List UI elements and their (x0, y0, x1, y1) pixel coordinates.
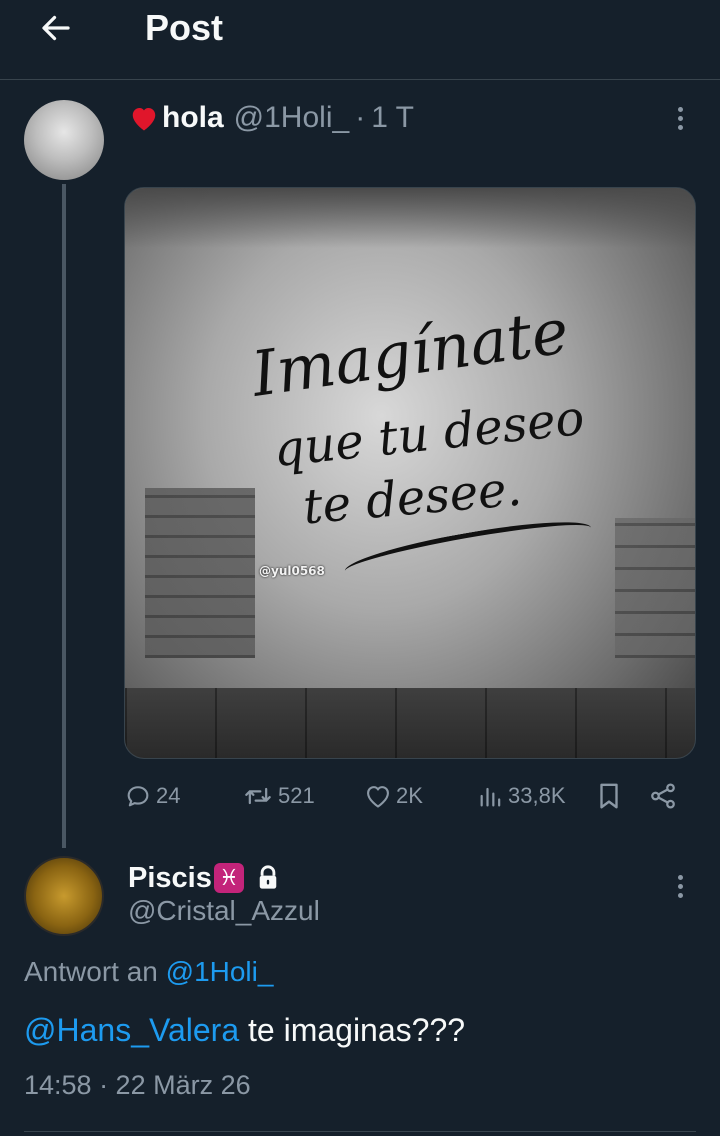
author-name[interactable]: hola (162, 101, 224, 135)
page-title: Post (145, 7, 224, 48)
author-handle[interactable]: @1Holi_ (234, 101, 350, 135)
post-time[interactable]: 1 T (371, 101, 414, 135)
timestamp[interactable]: 14:58 · 22 März 26 (24, 1070, 251, 1101)
more-icon[interactable] (668, 866, 692, 906)
thread-line (62, 184, 66, 848)
reply-body: te imaginas??? (239, 1012, 466, 1048)
avatar[interactable] (24, 100, 104, 180)
reply-count: 24 (156, 783, 181, 808)
bookmark-button[interactable] (596, 776, 622, 816)
back-button[interactable] (24, 4, 88, 52)
avatar[interactable] (24, 856, 104, 936)
mention-link[interactable]: @Hans_Valera (24, 1012, 239, 1048)
top-bar: Post (0, 0, 720, 80)
views-icon (480, 787, 501, 807)
reply-icon (127, 786, 149, 807)
share-button[interactable] (648, 776, 678, 816)
arrow-left-icon (42, 15, 70, 41)
like-count: 2K (396, 783, 423, 808)
share-icon (651, 783, 675, 809)
reply-author-handle[interactable]: @Cristal_Azzul (128, 895, 320, 927)
post-header: hola @1Holi_ · 1 T (128, 98, 414, 138)
reply-button[interactable]: 24 (124, 776, 180, 816)
reply-author-name[interactable]: Piscis (128, 862, 212, 895)
graffiti-line-1: Imagínate (247, 294, 573, 411)
reply-prefix: Antwort an (24, 956, 158, 987)
like-button[interactable]: 2K (364, 776, 423, 816)
lock-icon (256, 865, 280, 891)
post-image[interactable]: Imagínate que tu deseo te desee. @yul056… (124, 187, 696, 759)
post-actions: 24 521 2K 33,8K (124, 776, 696, 816)
repost-button[interactable]: 521 (242, 776, 315, 816)
divider (24, 1131, 696, 1132)
more-icon[interactable] (668, 98, 692, 138)
pisces-emoji-icon: ♓ (213, 863, 244, 893)
repost-icon (245, 787, 271, 805)
graffiti-text: Imagínate que tu deseo te desee. @yul056… (125, 188, 695, 758)
reply-text: @Hans_Valera te imaginas??? (24, 1012, 465, 1049)
separator: · (355, 101, 366, 134)
reply-to-link[interactable]: @1Holi_ (166, 956, 274, 987)
reply-author-row: Piscis ♓ (128, 858, 280, 898)
like-icon (367, 786, 389, 808)
graffiti-line-2: que tu deseo (270, 389, 587, 479)
reply-context: Antwort an @1Holi_ (24, 956, 273, 988)
image-watermark: @yul0568 (259, 564, 325, 578)
views-button[interactable]: 33,8K (478, 776, 566, 816)
bookmark-icon (600, 783, 618, 809)
heart-emoji-icon (128, 102, 160, 134)
repost-count: 521 (278, 783, 315, 808)
views-count: 33,8K (508, 783, 566, 808)
